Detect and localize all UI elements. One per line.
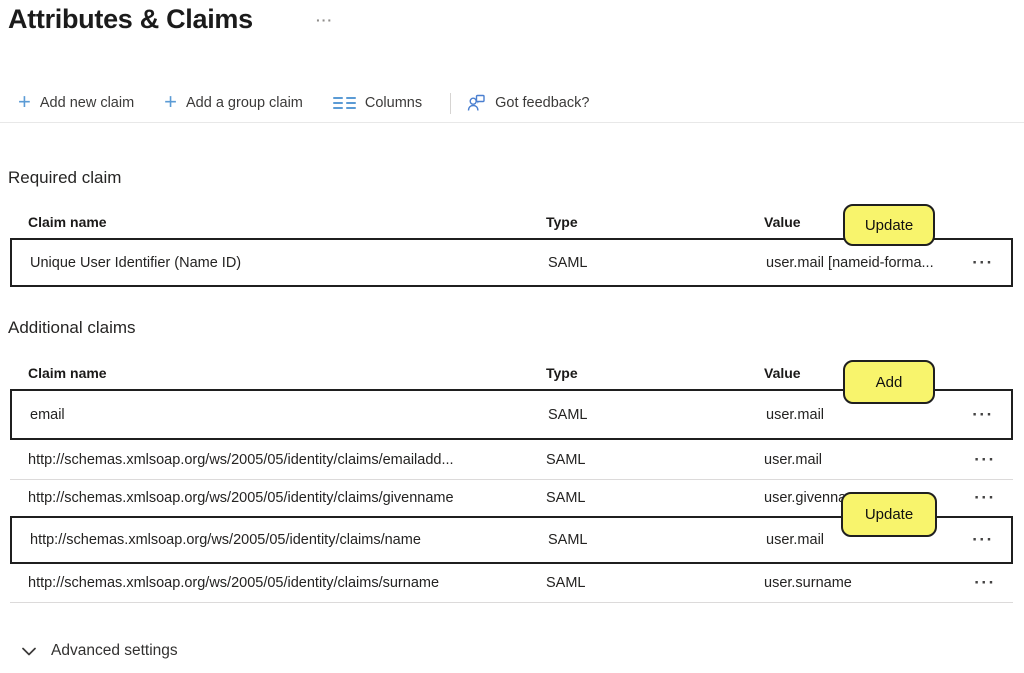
command-bar: + Add new claim + Add a group claim Colu… [0,84,1024,123]
claim-name-cell: http://schemas.xmlsoap.org/ws/2005/05/id… [12,532,548,548]
additional-claims-heading: Additional claims [8,318,136,338]
claim-value-cell: user.mail [nameid-forma... [766,255,955,271]
required-claim-heading: Required claim [8,168,121,188]
claim-value-cell: user.mail [766,407,955,423]
claim-name-cell: Unique User Identifier (Name ID) [12,255,548,271]
column-header-claim-name: Claim name [10,214,546,230]
got-feedback-button[interactable]: Got feedback? [467,94,589,112]
column-header-claim-name: Claim name [10,365,546,381]
advanced-settings-label: Advanced settings [51,642,178,660]
claim-name-cell: http://schemas.xmlsoap.org/ws/2005/05/id… [10,452,546,468]
claim-type-cell: SAML [546,452,764,468]
more-menu-icon[interactable]: ··· [972,574,997,592]
plus-icon: + [18,94,31,110]
feedback-icon [467,94,486,112]
claim-type-cell: SAML [548,532,766,548]
chevron-down-icon [22,647,36,656]
claim-type-cell: SAML [548,255,766,271]
more-menu-icon[interactable]: ··· [970,254,995,272]
more-menu-icon[interactable]: ··· [970,406,995,424]
advanced-settings-toggle[interactable]: Advanced settings [22,642,178,660]
page-title: Attributes & Claims [8,4,253,35]
add-new-claim-button[interactable]: + Add new claim [18,95,134,111]
columns-button[interactable]: Columns [333,95,422,111]
annotation-callout-add: Add [843,360,935,404]
column-header-type: Type [546,365,764,381]
page-more-icon[interactable]: ··· [316,12,333,28]
attributes-claims-page: Attributes & Claims ··· + Add new claim … [0,0,1024,673]
got-feedback-label: Got feedback? [495,95,589,111]
column-header-type: Type [546,214,764,230]
add-group-claim-label: Add a group claim [186,95,303,111]
add-group-claim-button[interactable]: + Add a group claim [164,95,303,111]
claim-row-surname[interactable]: http://schemas.xmlsoap.org/ws/2005/05/id… [10,564,1013,603]
plus-icon: + [164,94,177,110]
annotation-callout-update-required: Update [843,204,935,246]
claim-value-cell: user.mail [764,452,957,468]
claim-type-cell: SAML [546,575,764,591]
claim-name-cell: http://schemas.xmlsoap.org/ws/2005/05/id… [10,490,546,506]
annotation-callout-update-name: Update [841,492,937,537]
claim-type-cell: SAML [548,407,766,423]
claim-value-cell: user.surname [764,575,957,591]
claim-name-cell: http://schemas.xmlsoap.org/ws/2005/05/id… [10,575,546,591]
toolbar-divider [450,93,451,114]
more-menu-icon[interactable]: ··· [972,451,997,469]
add-new-claim-label: Add new claim [40,95,134,111]
more-menu-icon[interactable]: ··· [972,489,997,507]
claim-row-emailaddress[interactable]: http://schemas.xmlsoap.org/ws/2005/05/id… [10,440,1013,480]
claim-type-cell: SAML [546,490,764,506]
claim-name-cell: email [12,407,548,423]
more-menu-icon[interactable]: ··· [970,531,995,549]
columns-icon [333,97,356,109]
columns-label: Columns [365,95,422,111]
